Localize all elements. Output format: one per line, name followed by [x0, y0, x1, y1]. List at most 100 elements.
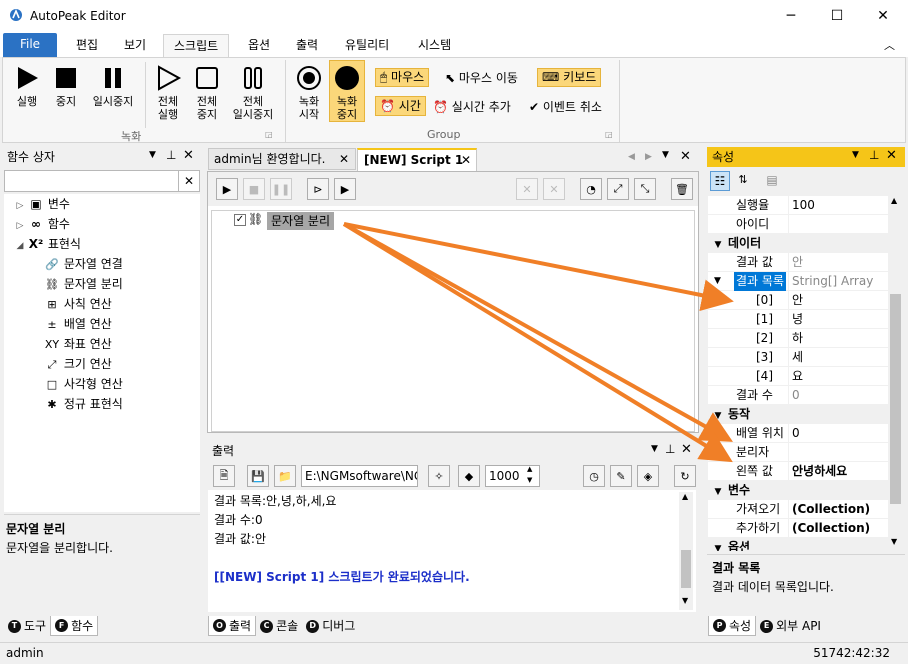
- eraser-button[interactable]: ◆: [458, 465, 480, 487]
- tree-item-function[interactable]: ▷ ∞ 함수: [12, 214, 198, 234]
- pin-icon[interactable]: ⊥: [869, 148, 879, 162]
- property-array-item[interactable]: [1] 녕: [708, 310, 888, 329]
- delete-disabled-button[interactable]: ✕: [516, 178, 538, 200]
- tab-scroll-right-icon[interactable]: ▶: [645, 152, 652, 162]
- tab-script-1[interactable]: [NEW] Script 1 ✕: [357, 148, 477, 172]
- stop-all-button[interactable]: 전체 중지: [189, 64, 225, 121]
- property-row[interactable]: 분리자: [708, 443, 888, 462]
- maximize-button[interactable]: ☐: [814, 0, 860, 32]
- tab-system[interactable]: 시스템: [408, 34, 461, 57]
- pin-icon[interactable]: ⊥: [166, 148, 176, 162]
- tree-item-expression-child[interactable]: XY 좌표 연산: [44, 334, 194, 354]
- output-new-button[interactable]: 🗎: [213, 465, 235, 487]
- property-category[interactable]: ▼ 데이터: [708, 234, 888, 253]
- dialog-launcher-icon[interactable]: ◲: [605, 130, 613, 139]
- output-size-stepper[interactable]: 1000 ▲ ▼: [485, 465, 540, 487]
- tab-debug[interactable]: D 디버그: [302, 616, 359, 636]
- tab-close-icon[interactable]: ✕: [339, 149, 349, 169]
- tab-view[interactable]: 보기: [114, 34, 156, 57]
- fill-button[interactable]: ◈: [637, 465, 659, 487]
- tree-item-expression-child[interactable]: ⛓ 문자열 분리: [44, 274, 194, 294]
- editor-pause-button[interactable]: ❚❚: [270, 178, 292, 200]
- property-category[interactable]: ▼ 변수: [708, 481, 888, 500]
- property-row[interactable]: 배열 위치 0: [708, 424, 888, 443]
- record-stop-button[interactable]: 녹화 중지: [329, 60, 365, 122]
- scroll-down-icon[interactable]: ▼: [891, 537, 897, 546]
- expand-button[interactable]: ⤢: [607, 178, 629, 200]
- run-from-button[interactable]: ▶: [334, 178, 356, 200]
- expander-icon[interactable]: ▷: [12, 196, 28, 216]
- pause-button[interactable]: 일시중지: [87, 64, 139, 108]
- scroll-thumb[interactable]: [681, 550, 691, 588]
- expander-icon[interactable]: ◢: [12, 236, 28, 256]
- property-scrollbar[interactable]: ▲ ▼: [888, 196, 903, 551]
- panel-menu-icon[interactable]: ▼: [149, 150, 156, 160]
- alphabetical-button[interactable]: ⇅: [733, 171, 753, 191]
- tree-item-expression-child[interactable]: ⊞ 사칙 연산: [44, 294, 194, 314]
- editor-stop-button[interactable]: ■: [243, 178, 265, 200]
- tab-welcome[interactable]: admin님 환영합니다. ✕: [208, 148, 356, 170]
- tree-item-expression-child[interactable]: ✱ 정규 표현식: [44, 394, 194, 414]
- property-row[interactable]: 실행율 100: [708, 196, 888, 215]
- tab-options[interactable]: 옵션: [238, 34, 280, 57]
- property-array-item[interactable]: [2] 하: [708, 329, 888, 348]
- tab-functions[interactable]: F 함수: [50, 616, 99, 636]
- brush-button[interactable]: ✎: [610, 465, 632, 487]
- function-search-input[interactable]: [4, 170, 179, 192]
- run-button[interactable]: 실행: [9, 64, 45, 108]
- panel-close-icon[interactable]: ✕: [681, 442, 692, 457]
- keyboard-toggle[interactable]: ⌨ 키보드: [537, 68, 602, 87]
- tab-script[interactable]: 스크립트: [163, 34, 230, 57]
- scroll-up-icon[interactable]: ▲: [682, 492, 688, 501]
- tree-item-expression-child[interactable]: ± 배열 연산: [44, 314, 194, 334]
- timer-button[interactable]: ◔: [580, 178, 602, 200]
- tab-edit[interactable]: 편집: [66, 34, 108, 57]
- tab-console[interactable]: C 콘솔: [256, 616, 302, 636]
- property-row[interactable]: 추가하기 (Collection): [708, 519, 888, 538]
- minimize-button[interactable]: ─: [768, 0, 814, 32]
- stop-button[interactable]: 중지: [49, 64, 83, 108]
- tab-scroll-left-icon[interactable]: ◀: [628, 152, 635, 162]
- property-row[interactable]: 가져오기 (Collection): [708, 500, 888, 519]
- mouse-move-toggle[interactable]: ⬉ 마우스 이동: [445, 69, 518, 86]
- property-category[interactable]: ▼ 동작: [708, 405, 888, 424]
- property-category[interactable]: ▼ 옵션: [708, 538, 888, 551]
- pause-all-button[interactable]: 전체 일시중지: [227, 64, 279, 121]
- property-array-item[interactable]: [0] 안: [708, 291, 888, 310]
- step-into-button[interactable]: ⊳: [307, 178, 329, 200]
- tree-item-variables[interactable]: ▷ ▣ 변수: [12, 194, 198, 214]
- tree-item-expression-child[interactable]: ⤢ 크기 연산: [44, 354, 194, 374]
- tab-output-log[interactable]: O 출력: [208, 616, 257, 636]
- output-path-field[interactable]: E:\NGMsoftware\NG: [301, 465, 418, 487]
- editor-run-button[interactable]: ▶: [216, 178, 238, 200]
- search-clear-button[interactable]: ✕: [178, 170, 200, 192]
- scroll-down-icon[interactable]: ▼: [682, 596, 688, 605]
- tab-file[interactable]: File: [3, 33, 57, 57]
- tab-utility[interactable]: 유틸리티: [335, 34, 399, 57]
- property-pages-button[interactable]: ▤: [762, 171, 782, 191]
- chevron-down-icon[interactable]: ▼: [714, 272, 721, 291]
- property-row[interactable]: ▼ 결과 목록 String[] Array: [708, 272, 888, 291]
- property-row[interactable]: 왼쪽 값 안녕하세요: [708, 462, 888, 481]
- property-array-item[interactable]: [4] 요: [708, 367, 888, 386]
- clock-button[interactable]: ◷: [583, 465, 605, 487]
- expander-icon[interactable]: ▷: [12, 216, 28, 236]
- panel-close-icon[interactable]: ✕: [886, 148, 897, 163]
- tab-list-icon[interactable]: ▼: [662, 150, 669, 160]
- property-row[interactable]: 아이디: [708, 215, 888, 234]
- trash-button[interactable]: 🗑: [671, 178, 693, 200]
- tab-external-api[interactable]: E 외부 API: [756, 616, 825, 636]
- clean-button[interactable]: ✧: [428, 465, 450, 487]
- collapse-ribbon-icon[interactable]: ︿: [884, 37, 895, 53]
- chevron-down-icon[interactable]: ▼: [708, 540, 728, 551]
- output-open-button[interactable]: 📁: [274, 465, 296, 487]
- tab-properties[interactable]: P 속성: [708, 616, 757, 636]
- output-scrollbar[interactable]: ▲ ▼: [679, 492, 693, 610]
- run-all-button[interactable]: 전체 실행: [149, 64, 187, 121]
- time-toggle[interactable]: ⏰ 시간: [375, 96, 426, 116]
- pin-icon[interactable]: ⊥: [665, 442, 675, 456]
- panel-menu-icon[interactable]: ▼: [852, 150, 859, 160]
- mouse-toggle[interactable]: 🖱 마우스: [375, 68, 430, 87]
- panel-close-icon[interactable]: ✕: [183, 148, 194, 163]
- record-start-button[interactable]: 녹화 시작: [291, 64, 327, 121]
